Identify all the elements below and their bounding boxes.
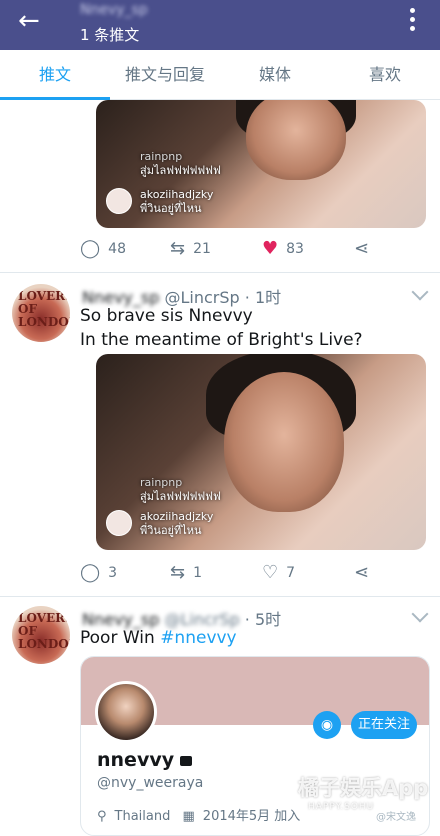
arrow-left-icon[interactable]: ← (18, 8, 40, 34)
divider (0, 272, 440, 273)
tab-media[interactable]: 媒体 (220, 50, 330, 99)
tab-tweets-and-replies[interactable]: 推文与回复 (110, 50, 220, 99)
tweet-text-line: So brave sis Nnevvy (80, 306, 253, 326)
profile-handle: @nvy_weeraya (97, 775, 204, 791)
like-count: 83 (286, 241, 304, 257)
tweet-media-image[interactable]: rainpnp สู่มไลฟฟฟฟฟฟฟ akoziihadjzky พี่ว… (96, 100, 426, 228)
app-bar: ← Nnevy_sp 1 条推文 (0, 0, 440, 50)
watermark-corner: @宋文逸 (376, 812, 416, 823)
tweet-actions: ◯ 48 ⇆ 21 ♥ 83 ⋖ (80, 239, 430, 261)
divider (0, 596, 440, 597)
tweet-text: Poor Win #nnevvy (80, 626, 237, 650)
live-overlay-user: rainpnp (140, 476, 183, 489)
chevron-down-icon[interactable] (411, 283, 429, 301)
tweet-time: · 5时 (244, 610, 282, 629)
profile-display-name: nnevvy (97, 749, 193, 771)
retweet-count: 1 (193, 565, 203, 581)
share-icon: ⋖ (354, 238, 370, 259)
live-overlay-user: rainpnp (140, 150, 183, 163)
tweet-text: So brave sis Nnevvy In the meantime of B… (80, 304, 363, 352)
location-pin-icon: ⚲ (97, 809, 107, 824)
avatar-logo-text: LOVERSOFLONDON (18, 611, 70, 651)
live-overlay-comment-user: akoziihadjzky (140, 188, 214, 201)
tab-likes[interactable]: 喜欢 (330, 50, 440, 99)
profile-location: Thailand (114, 809, 171, 824)
retweet-button[interactable]: ⇆ 1 (170, 563, 202, 583)
like-count: 7 (286, 565, 296, 581)
lock-icon (180, 756, 193, 766)
live-overlay-comment: พี่วินอยู่ที่ไหน (140, 202, 202, 215)
tweet-text-line: In the meantime of Bright's Live? (80, 330, 363, 350)
profile-avatar (95, 681, 157, 743)
live-overlay-comment: พี่วินอยู่ที่ไหน (140, 524, 202, 537)
commenter-avatar (106, 188, 132, 214)
more-vertical-icon[interactable] (408, 8, 418, 35)
tab-tweets[interactable]: 推文 (0, 50, 110, 100)
share-icon: ⋖ (354, 562, 370, 583)
calendar-icon: ▦ (182, 809, 195, 824)
retweet-count: 21 (193, 241, 211, 257)
retweet-icon: ⇆ (170, 562, 186, 583)
tweet-count-subtitle: 1 条推文 (80, 26, 140, 44)
commenter-avatar (106, 510, 132, 536)
like-button[interactable]: ♡ 7 (262, 563, 295, 583)
following-button[interactable]: 正在关注 (351, 711, 417, 739)
watermark-logo: 橘子娱乐App HAPPY.SOHU (298, 776, 429, 812)
live-overlay-line: สู่มไลฟฟฟฟฟฟฟ (140, 164, 221, 177)
avatar[interactable]: LOVERS OF LONDON (12, 284, 70, 342)
reply-button[interactable]: ◯ 3 (80, 563, 117, 583)
reply-count: 3 (108, 565, 118, 581)
profile-meta: ⚲ Thailand ▦ 2014年5月 加入 (97, 805, 308, 824)
heart-filled-icon: ♥ (262, 238, 279, 259)
share-button[interactable]: ⋖ (354, 563, 369, 583)
avatar[interactable]: LOVERSOFLONDON (12, 606, 70, 664)
heart-outline-icon: ♡ (262, 562, 279, 583)
like-button[interactable]: ♥ 83 (262, 239, 304, 259)
retweet-button[interactable]: ⇆ 21 (170, 239, 211, 259)
tweet-media-image[interactable]: rainpnp สู่มไลฟฟฟฟฟฟฟ akoziihadjzky พี่ว… (96, 354, 426, 550)
tweet-text-body: Poor Win (80, 628, 161, 648)
avatar-logo-text: LOVERS OF LONDON (18, 289, 70, 329)
hashtag-link[interactable]: #nnevvy (160, 628, 236, 648)
tweet-actions: ◯ 3 ⇆ 1 ♡ 7 ⋖ (80, 563, 430, 585)
reply-icon: ◯ (80, 238, 101, 259)
live-overlay-line: สู่มไลฟฟฟฟฟฟฟ (140, 490, 221, 503)
profile-name-title: Nnevy_sp (80, 2, 148, 18)
bell-icon[interactable]: ◉ (313, 711, 341, 739)
profile-joined: 2014年5月 加入 (202, 809, 301, 824)
reply-icon: ◯ (80, 562, 101, 583)
reply-count: 48 (108, 241, 126, 257)
live-overlay-comment-user: akoziihadjzky (140, 510, 214, 523)
reply-button[interactable]: ◯ 48 (80, 239, 126, 259)
retweet-icon: ⇆ (170, 238, 186, 259)
share-button[interactable]: ⋖ (354, 239, 369, 259)
chevron-down-icon[interactable] (411, 605, 429, 623)
profile-tabs: 推文 推文与回复 媒体 喜欢 (0, 50, 440, 100)
